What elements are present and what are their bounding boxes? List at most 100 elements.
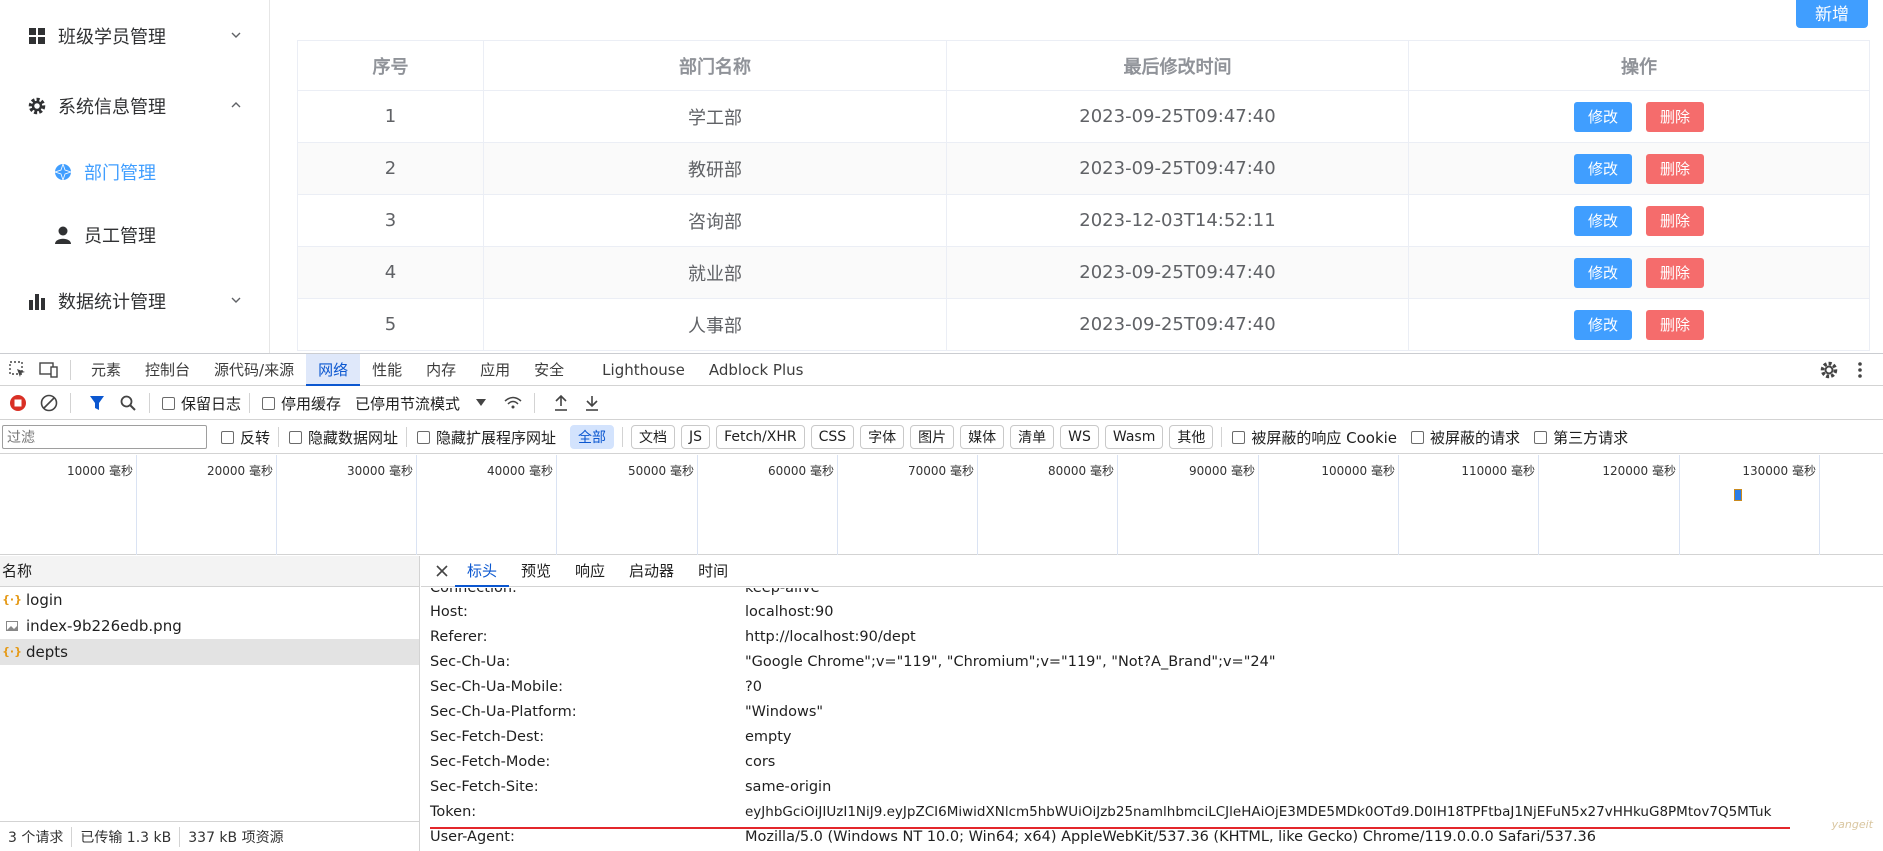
menu-system-info[interactable]: 系统信息管理 <box>0 78 269 134</box>
tab-console[interactable]: 控制台 <box>133 354 202 386</box>
tab-headers[interactable]: 标头 <box>455 556 510 587</box>
more-options-icon[interactable] <box>1847 357 1873 383</box>
network-conditions-icon[interactable] <box>500 390 526 416</box>
request-list-header[interactable]: 名称 <box>0 556 419 587</box>
gear-icon <box>26 95 48 117</box>
header-key: Sec-Ch-Ua-Platform: <box>430 704 577 720</box>
menu-dept-management[interactable]: 部门管理 <box>0 144 269 200</box>
cell-time: 2023-09-25T09:47:40 <box>946 298 1409 351</box>
inspect-element-icon[interactable] <box>5 357 31 383</box>
throttle-select[interactable]: 已停用节流模式 <box>355 393 460 414</box>
request-row-depts[interactable]: {·} depts <box>0 639 419 665</box>
edit-button[interactable]: 修改 <box>1574 205 1632 236</box>
edit-button[interactable]: 修改 <box>1574 101 1632 132</box>
header-value: "Google Chrome";v="119", "Chromium";v="1… <box>745 654 1276 670</box>
device-toolbar-icon[interactable] <box>36 357 62 383</box>
delete-button[interactable]: 删除 <box>1646 101 1704 132</box>
tab-sources[interactable]: 源代码/来源 <box>202 354 306 386</box>
tab-lighthouse[interactable]: Lighthouse <box>590 354 697 386</box>
delete-button[interactable]: 删除 <box>1646 205 1704 236</box>
tab-application[interactable]: 应用 <box>468 354 522 386</box>
request-row-login[interactable]: {·} login <box>0 587 419 613</box>
cell-no: 2 <box>297 142 484 195</box>
chip-img[interactable]: 图片 <box>910 425 955 449</box>
tab-preview[interactable]: 预览 <box>509 556 563 587</box>
record-stop-icon[interactable] <box>5 390 31 416</box>
timeline-tick: 50000 毫秒 <box>557 455 698 555</box>
close-icon[interactable] <box>429 558 455 584</box>
blocked-requests-checkbox[interactable]: 被屏蔽的请求 <box>1411 427 1520 448</box>
disable-cache-checkbox[interactable]: 停用缓存 <box>262 393 341 414</box>
menu-label: 数据统计管理 <box>58 292 166 313</box>
header-value: "Windows" <box>745 704 824 720</box>
chip-ws[interactable]: WS <box>1060 425 1099 449</box>
checkbox-box <box>1411 430 1425 444</box>
blocked-cookies-checkbox[interactable]: 被屏蔽的响应 Cookie <box>1232 427 1397 448</box>
tab-performance[interactable]: 性能 <box>360 354 414 386</box>
add-button[interactable]: 新增 <box>1796 0 1868 28</box>
header-value: Mozilla/5.0 (Windows NT 10.0; Win64; x64… <box>745 829 1597 845</box>
menu-employee-management[interactable]: 员工管理 <box>0 207 269 263</box>
chip-media[interactable]: 媒体 <box>960 425 1005 449</box>
dropdown-arrow-icon[interactable] <box>468 390 494 416</box>
checkbox-label: 第三方请求 <box>1553 428 1629 447</box>
cell-time: 2023-12-03T14:52:11 <box>946 194 1409 247</box>
chip-all[interactable]: 全部 <box>570 425 615 449</box>
network-timeline[interactable]: 10000 毫秒 20000 毫秒 30000 毫秒 40000 毫秒 5000… <box>0 455 1883 555</box>
menu-class-students[interactable]: 班级学员管理 <box>0 8 269 64</box>
chip-font[interactable]: 字体 <box>860 425 905 449</box>
settings-gear-icon[interactable] <box>1816 357 1842 383</box>
export-har-icon[interactable] <box>579 390 605 416</box>
delete-button[interactable]: 删除 <box>1646 309 1704 340</box>
header-key: Sec-Ch-Ua: <box>430 654 511 670</box>
timeline-tick: 110000 毫秒 <box>1399 455 1539 555</box>
preserve-log-checkbox[interactable]: 保留日志 <box>162 393 241 414</box>
tab-elements[interactable]: 元素 <box>79 354 133 386</box>
timeline-label: 40000 毫秒 <box>487 464 553 478</box>
header-row-token: Token: eyJhbGciOiJIUzI1NiJ9.eyJpZCI6Miwid… <box>430 800 1771 825</box>
header-value: keep-alive <box>745 588 820 596</box>
chevron-down-icon <box>231 32 241 38</box>
chip-js[interactable]: JS <box>681 425 711 449</box>
divider <box>278 427 280 447</box>
tab-network[interactable]: 网络 <box>306 353 361 386</box>
tab-initiator[interactable]: 启动器 <box>617 556 686 587</box>
chip-other[interactable]: 其他 <box>1169 425 1214 449</box>
edit-button[interactable]: 修改 <box>1574 257 1632 288</box>
checkbox-label: 被屏蔽的响应 Cookie <box>1251 428 1398 447</box>
request-row-image[interactable]: index-9b226edb.png <box>0 613 419 639</box>
tab-response[interactable]: 响应 <box>563 556 617 587</box>
chip-wasm[interactable]: Wasm <box>1104 425 1164 449</box>
user-icon <box>52 224 74 246</box>
delete-button[interactable]: 删除 <box>1646 153 1704 184</box>
tab-adblock[interactable]: Adblock Plus <box>697 354 816 386</box>
tab-security[interactable]: 安全 <box>522 354 576 386</box>
tab-timing[interactable]: 时间 <box>686 556 740 587</box>
delete-button[interactable]: 删除 <box>1646 257 1704 288</box>
filter-icon[interactable] <box>84 390 110 416</box>
status-transferred: 已传输 1.3 kB <box>72 826 181 847</box>
menu-label: 班级学员管理 <box>58 27 166 48</box>
search-icon[interactable] <box>115 390 141 416</box>
header-value: same-origin <box>745 779 832 795</box>
hide-ext-urls-checkbox[interactable]: 隐藏扩展程序网址 <box>417 427 556 448</box>
invert-checkbox[interactable]: 反转 <box>221 427 270 448</box>
edit-button[interactable]: 修改 <box>1574 153 1632 184</box>
chip-fetch-xhr[interactable]: Fetch/XHR <box>716 425 805 449</box>
bar-chart-icon <box>26 290 48 312</box>
cell-actions: 修改 删除 <box>1408 298 1870 351</box>
divider <box>249 393 251 413</box>
third-party-checkbox[interactable]: 第三方请求 <box>1534 427 1628 448</box>
clear-icon[interactable] <box>36 390 62 416</box>
filter-input[interactable]: 过滤 <box>2 425 207 449</box>
chip-css[interactable]: CSS <box>810 425 855 449</box>
edit-button[interactable]: 修改 <box>1574 309 1632 340</box>
tab-memory[interactable]: 内存 <box>414 354 468 386</box>
chip-doc[interactable]: 文档 <box>631 425 676 449</box>
chip-manifest[interactable]: 清单 <box>1010 425 1055 449</box>
import-har-icon[interactable] <box>548 390 574 416</box>
divider <box>1221 427 1223 447</box>
menu-data-statistics[interactable]: 数据统计管理 <box>0 273 269 329</box>
hide-data-urls-checkbox[interactable]: 隐藏数据网址 <box>289 427 398 448</box>
timeline-label: 70000 毫秒 <box>908 464 974 478</box>
